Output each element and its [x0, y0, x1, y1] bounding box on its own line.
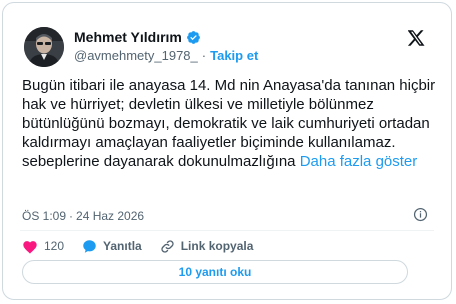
- tweet-actions: 120 Yanıtla Link kopyala: [22, 237, 271, 255]
- link-icon: [161, 239, 174, 253]
- reply-label: Yanıtla: [103, 239, 142, 253]
- author-handle-row: @avmehmety_1978_ · Takip et: [74, 48, 258, 63]
- date-separator: ·: [69, 209, 74, 223]
- copy-link-label: Link kopyala: [180, 239, 254, 253]
- divider: [20, 230, 434, 231]
- author-name-row: Mehmet Yıldırım: [74, 29, 201, 45]
- reply-button[interactable]: Yanıtla: [82, 239, 142, 254]
- follow-button[interactable]: Takip et: [210, 48, 258, 63]
- like-button[interactable]: 120: [22, 239, 64, 254]
- read-replies-label: 10 yanıtı oku: [178, 265, 252, 279]
- tweet-text-second: sebeplerine dayanarak dokunulmazlığına D…: [22, 152, 442, 171]
- tweet-text-main: Bugün itibari ile anayasa 14. Md nin Ana…: [22, 77, 436, 151]
- author-handle[interactable]: @avmehmety_1978_: [74, 48, 198, 63]
- tweet-text-second-content: sebeplerine dayanarak dokunulmazlığına: [22, 153, 300, 170]
- tweet-text: Bugün itibari ile anayasa 14. Md nin Ana…: [22, 76, 442, 171]
- info-icon[interactable]: [413, 207, 428, 222]
- show-more-link[interactable]: Daha fazla göster: [300, 153, 418, 170]
- copy-link-button[interactable]: Link kopyala: [160, 239, 254, 254]
- tweet-date: 24 Haz 2026: [76, 209, 145, 223]
- verified-badge-icon: [186, 30, 201, 45]
- tweet-time: ÖS 1:09: [22, 209, 67, 223]
- handle-separator: ·: [201, 48, 207, 63]
- avatar[interactable]: [24, 27, 64, 67]
- speech-bubble-icon: [83, 239, 96, 253]
- author-display-name[interactable]: Mehmet Yıldırım: [74, 29, 182, 45]
- x-logo-icon[interactable]: [408, 30, 425, 46]
- tweet-card: Mehmet Yıldırım @avmehmety_1978_ · Takip…: [2, 2, 452, 300]
- like-count: 120: [44, 239, 65, 253]
- tweet-timestamp[interactable]: ÖS 1:09 · 24 Haz 2026: [22, 209, 144, 223]
- read-replies-button[interactable]: 10 yanıtı oku: [22, 260, 408, 284]
- heart-icon: [23, 240, 37, 254]
